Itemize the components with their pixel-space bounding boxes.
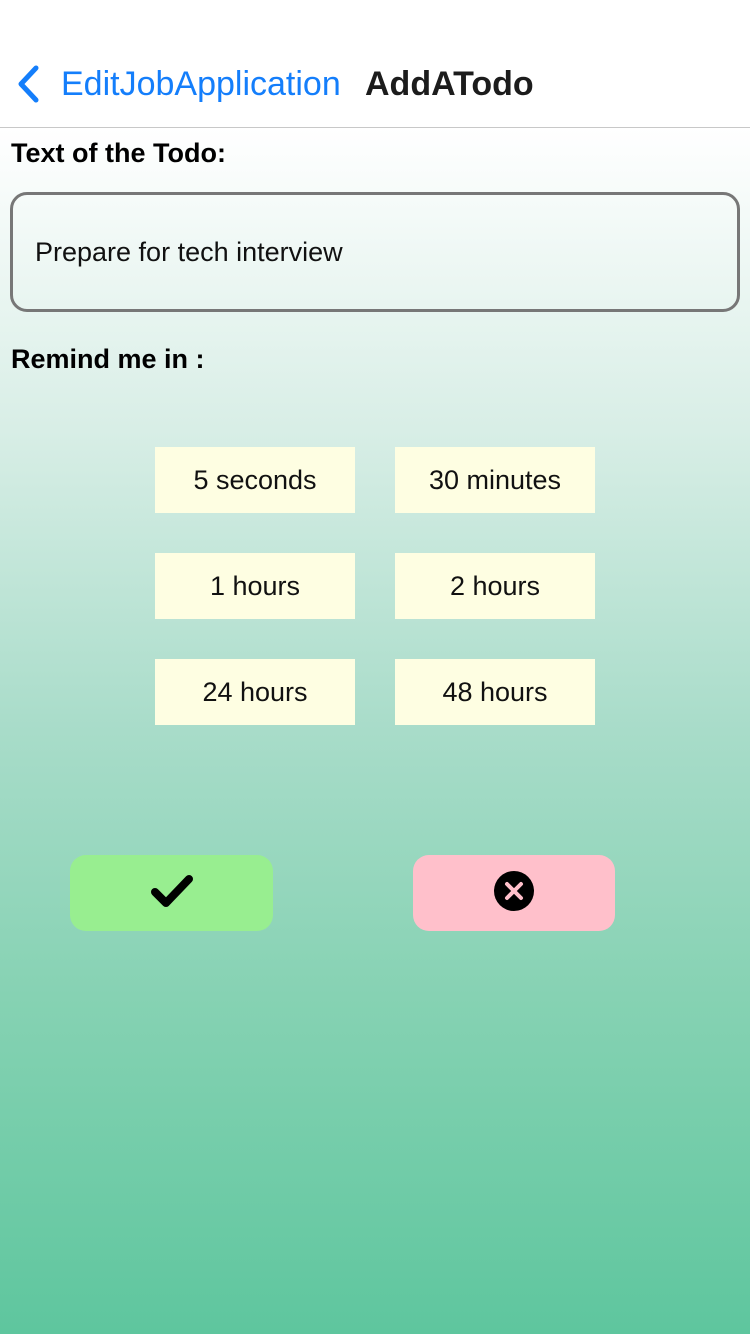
- back-button[interactable]: EditJobApplication: [14, 58, 341, 110]
- remind-30-minutes-button[interactable]: 30 minutes: [395, 447, 595, 513]
- navigation-bar: EditJobApplication AddATodo: [0, 0, 750, 128]
- close-circle-icon: [493, 870, 535, 917]
- todo-text-label: Text of the Todo:: [11, 138, 226, 168]
- back-button-label: EditJobApplication: [61, 64, 341, 103]
- remind-48-hours-button[interactable]: 48 hours: [395, 659, 595, 725]
- page-title: AddATodo: [365, 65, 534, 103]
- checkmark-icon: [150, 873, 194, 914]
- remind-1-hour-button[interactable]: 1 hours: [155, 553, 355, 619]
- todo-text-input[interactable]: [10, 192, 740, 312]
- confirm-button[interactable]: [70, 855, 273, 931]
- remind-5-seconds-button[interactable]: 5 seconds: [155, 447, 355, 513]
- remind-24-hours-button[interactable]: 24 hours: [155, 659, 355, 725]
- cancel-button[interactable]: [413, 855, 615, 931]
- remind-2-hours-button[interactable]: 2 hours: [395, 553, 595, 619]
- remind-me-label: Remind me in :: [11, 344, 205, 374]
- chevron-left-icon: [14, 64, 44, 104]
- add-todo-form: Text of the Todo: Remind me in : 5 secon…: [0, 128, 750, 1334]
